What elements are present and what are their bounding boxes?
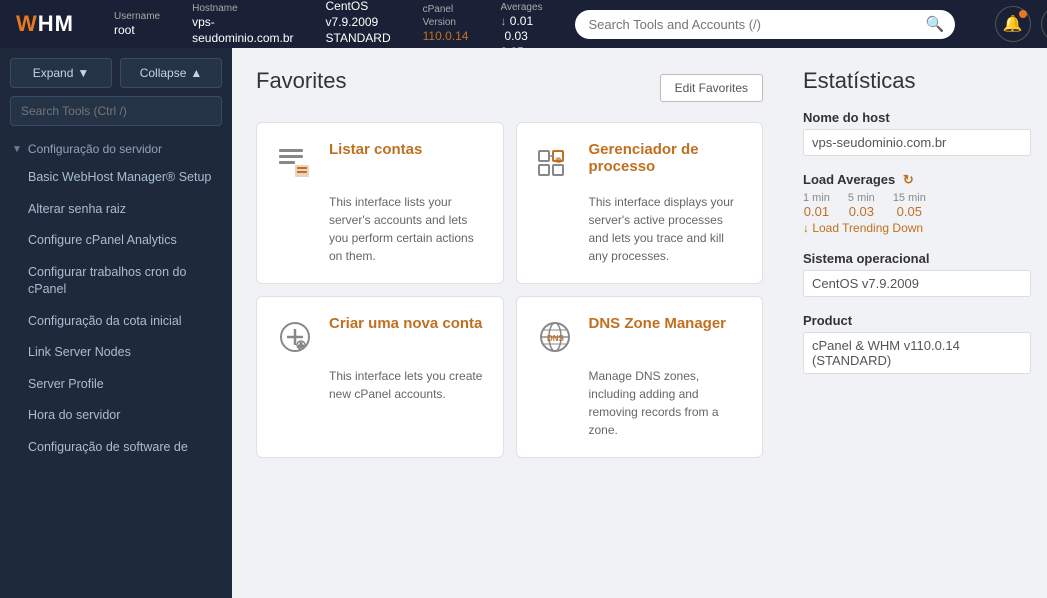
card-header: ⚙ Gerenciador de processo (533, 141, 747, 185)
load-1min: 1 min 0.01 (803, 192, 830, 219)
card-desc-dns: Manage DNS zones, including adding and r… (533, 367, 747, 439)
notifications-button[interactable]: 🔔 (995, 6, 1031, 42)
topbar-actions: 🔔 👤 (995, 6, 1047, 42)
product-section: Product cPanel & WHM v110.0.14 (STANDARD… (803, 313, 1031, 374)
card-desc-processo: This interface displays your server's ac… (533, 193, 747, 265)
stats-title: Estatísticas (803, 68, 1031, 94)
os-section: Sistema operacional CentOS v7.9.2009 (803, 251, 1031, 297)
os-section-label: Sistema operacional (803, 251, 1031, 266)
search-icon: 🔍 (926, 15, 945, 33)
sidebar-item-alterar-senha[interactable]: Alterar senha raiz (0, 194, 232, 226)
card-desc-criar-conta: This interface lets you create new cPane… (273, 367, 487, 403)
expand-button[interactable]: Expand ▼ (10, 58, 112, 88)
sidebar-item-label: Alterar senha raiz (28, 202, 126, 216)
load-trend: ↓ Load Trending Down (803, 221, 1031, 235)
username-label: Username (114, 10, 160, 23)
sidebar-item-label: Hora do servidor (28, 408, 120, 422)
cpanel-value: 110.0.14 (423, 29, 469, 45)
sidebar-item-label: Configuração da cota inicial (28, 314, 182, 328)
load-section: Load Averages ↻ 1 min 0.01 5 min 0.03 15… (803, 172, 1031, 235)
stats-panel: Estatísticas Nome do host vps-seudominio… (787, 48, 1047, 598)
card-title-criar-conta[interactable]: Criar uma nova conta (329, 315, 482, 332)
card-criar-conta: Criar uma nova conta This interface lets… (256, 296, 504, 458)
load-refresh-icon: ↻ (903, 172, 914, 187)
chevron-down-icon: ▼ (12, 144, 22, 155)
load-row: 1 min 0.01 5 min 0.03 15 min 0.05 (803, 192, 1031, 219)
sidebar-item-label: Server Profile (28, 377, 104, 391)
sidebar-section-label: Configuração do servidor (28, 142, 162, 156)
product-section-label: Product (803, 313, 1031, 328)
card-title-listar-contas[interactable]: Listar contas (329, 141, 422, 158)
notification-badge (1019, 10, 1027, 18)
sidebar-item-hora-servidor[interactable]: Hora do servidor (0, 400, 232, 432)
dns-icon: DNS (533, 315, 577, 359)
sidebar-item-label: Configurar trabalhos cron do cPanel (28, 265, 186, 297)
list-icon (273, 141, 317, 185)
sidebar-item-software-config[interactable]: Configuração de software de (0, 432, 232, 464)
card-header: Criar uma nova conta (273, 315, 487, 359)
card-listar-contas: Listar contas This interface lists your … (256, 122, 504, 284)
hostname-section-value: vps-seudominio.com.br (803, 129, 1031, 156)
sidebar-search-input[interactable] (10, 96, 222, 126)
sidebar-item-cron-jobs[interactable]: Configurar trabalhos cron do cPanel (0, 257, 232, 306)
sidebar-action-bar: Expand ▼ Collapse ▲ (0, 48, 232, 96)
search-wrap: 🔍 (575, 10, 955, 39)
card-title-dns[interactable]: DNS Zone Manager (589, 315, 727, 332)
svg-text:DNS: DNS (547, 334, 565, 343)
card-desc-listar-contas: This interface lists your server's accou… (273, 193, 487, 265)
sidebar-item-label: Configuração de software de (28, 440, 188, 454)
sidebar-item-link-server-nodes[interactable]: Link Server Nodes (0, 337, 232, 369)
os-section-value: CentOS v7.9.2009 (803, 270, 1031, 297)
whm-logo: WHM (16, 11, 74, 37)
load-section-label: Load Averages ↻ (803, 172, 1031, 188)
main-content: Favorites Edit Favorites (232, 48, 787, 598)
collapse-button[interactable]: Collapse ▲ (120, 58, 222, 88)
sidebar: Expand ▼ Collapse ▲ ▼ Configuração do se… (0, 48, 232, 598)
load-down-icon: ↓ (500, 14, 506, 28)
sidebar-item-cota-inicial[interactable]: Configuração da cota inicial (0, 306, 232, 338)
load-5min: 5 min 0.03 (848, 192, 875, 219)
card-header: Listar contas (273, 141, 487, 185)
card-header: DNS DNS Zone Manager (533, 315, 747, 359)
favorites-grid: Listar contas This interface lists your … (256, 122, 763, 458)
edit-favorites-button[interactable]: Edit Favorites (660, 74, 763, 102)
load-15min: 15 min 0.05 (893, 192, 926, 219)
card-dns-zone: DNS DNS Zone Manager Manage DNS zones, i… (516, 296, 764, 458)
cpanel-info: cPanel Version 110.0.14 (423, 3, 469, 45)
favorites-title: Favorites (256, 68, 346, 94)
user-profile-button[interactable]: 👤 (1041, 6, 1047, 42)
product-section-value: cPanel & WHM v110.0.14 (STANDARD) (803, 332, 1031, 374)
topbar: WHM Username root Hostname vps-seudomini… (0, 0, 1047, 48)
hostname-value: vps-seudominio.com.br (192, 15, 293, 46)
sidebar-item-basic-setup[interactable]: Basic WebHost Manager® Setup (0, 162, 232, 194)
hostname-section-label: Nome do host (803, 110, 1031, 125)
card-gerenciador-processo: ⚙ Gerenciador de processo This interface… (516, 122, 764, 284)
sidebar-item-cpanel-analytics[interactable]: Configure cPanel Analytics (0, 225, 232, 257)
sidebar-item-label: Link Server Nodes (28, 345, 131, 359)
sidebar-item-label: Configure cPanel Analytics (28, 233, 177, 247)
svg-text:⚙: ⚙ (556, 157, 562, 165)
search-input[interactable] (575, 10, 955, 39)
search-area: 🔍 (575, 10, 955, 39)
cpanel-label: cPanel Version (423, 3, 469, 29)
load-label: Load Averages (500, 0, 542, 14)
main-layout: Expand ▼ Collapse ▲ ▼ Configuração do se… (0, 48, 1047, 598)
hostname-section: Nome do host vps-seudominio.com.br (803, 110, 1031, 156)
process-icon: ⚙ (533, 141, 577, 185)
hostname-info: Hostname vps-seudominio.com.br (192, 2, 293, 46)
username-value: root (114, 23, 160, 39)
sidebar-item-label: Basic WebHost Manager® Setup (28, 170, 211, 184)
card-title-processo[interactable]: Gerenciador de processo (589, 141, 747, 175)
username-info: Username root (114, 10, 160, 39)
favorites-header: Favorites Edit Favorites (256, 68, 763, 108)
collapse-icon: ▲ (190, 66, 202, 80)
sidebar-item-server-profile[interactable]: Server Profile (0, 369, 232, 401)
hostname-label: Hostname (192, 2, 293, 15)
expand-icon: ▼ (77, 66, 89, 80)
add-account-icon (273, 315, 317, 359)
sidebar-section-config[interactable]: ▼ Configuração do servidor (0, 136, 232, 162)
